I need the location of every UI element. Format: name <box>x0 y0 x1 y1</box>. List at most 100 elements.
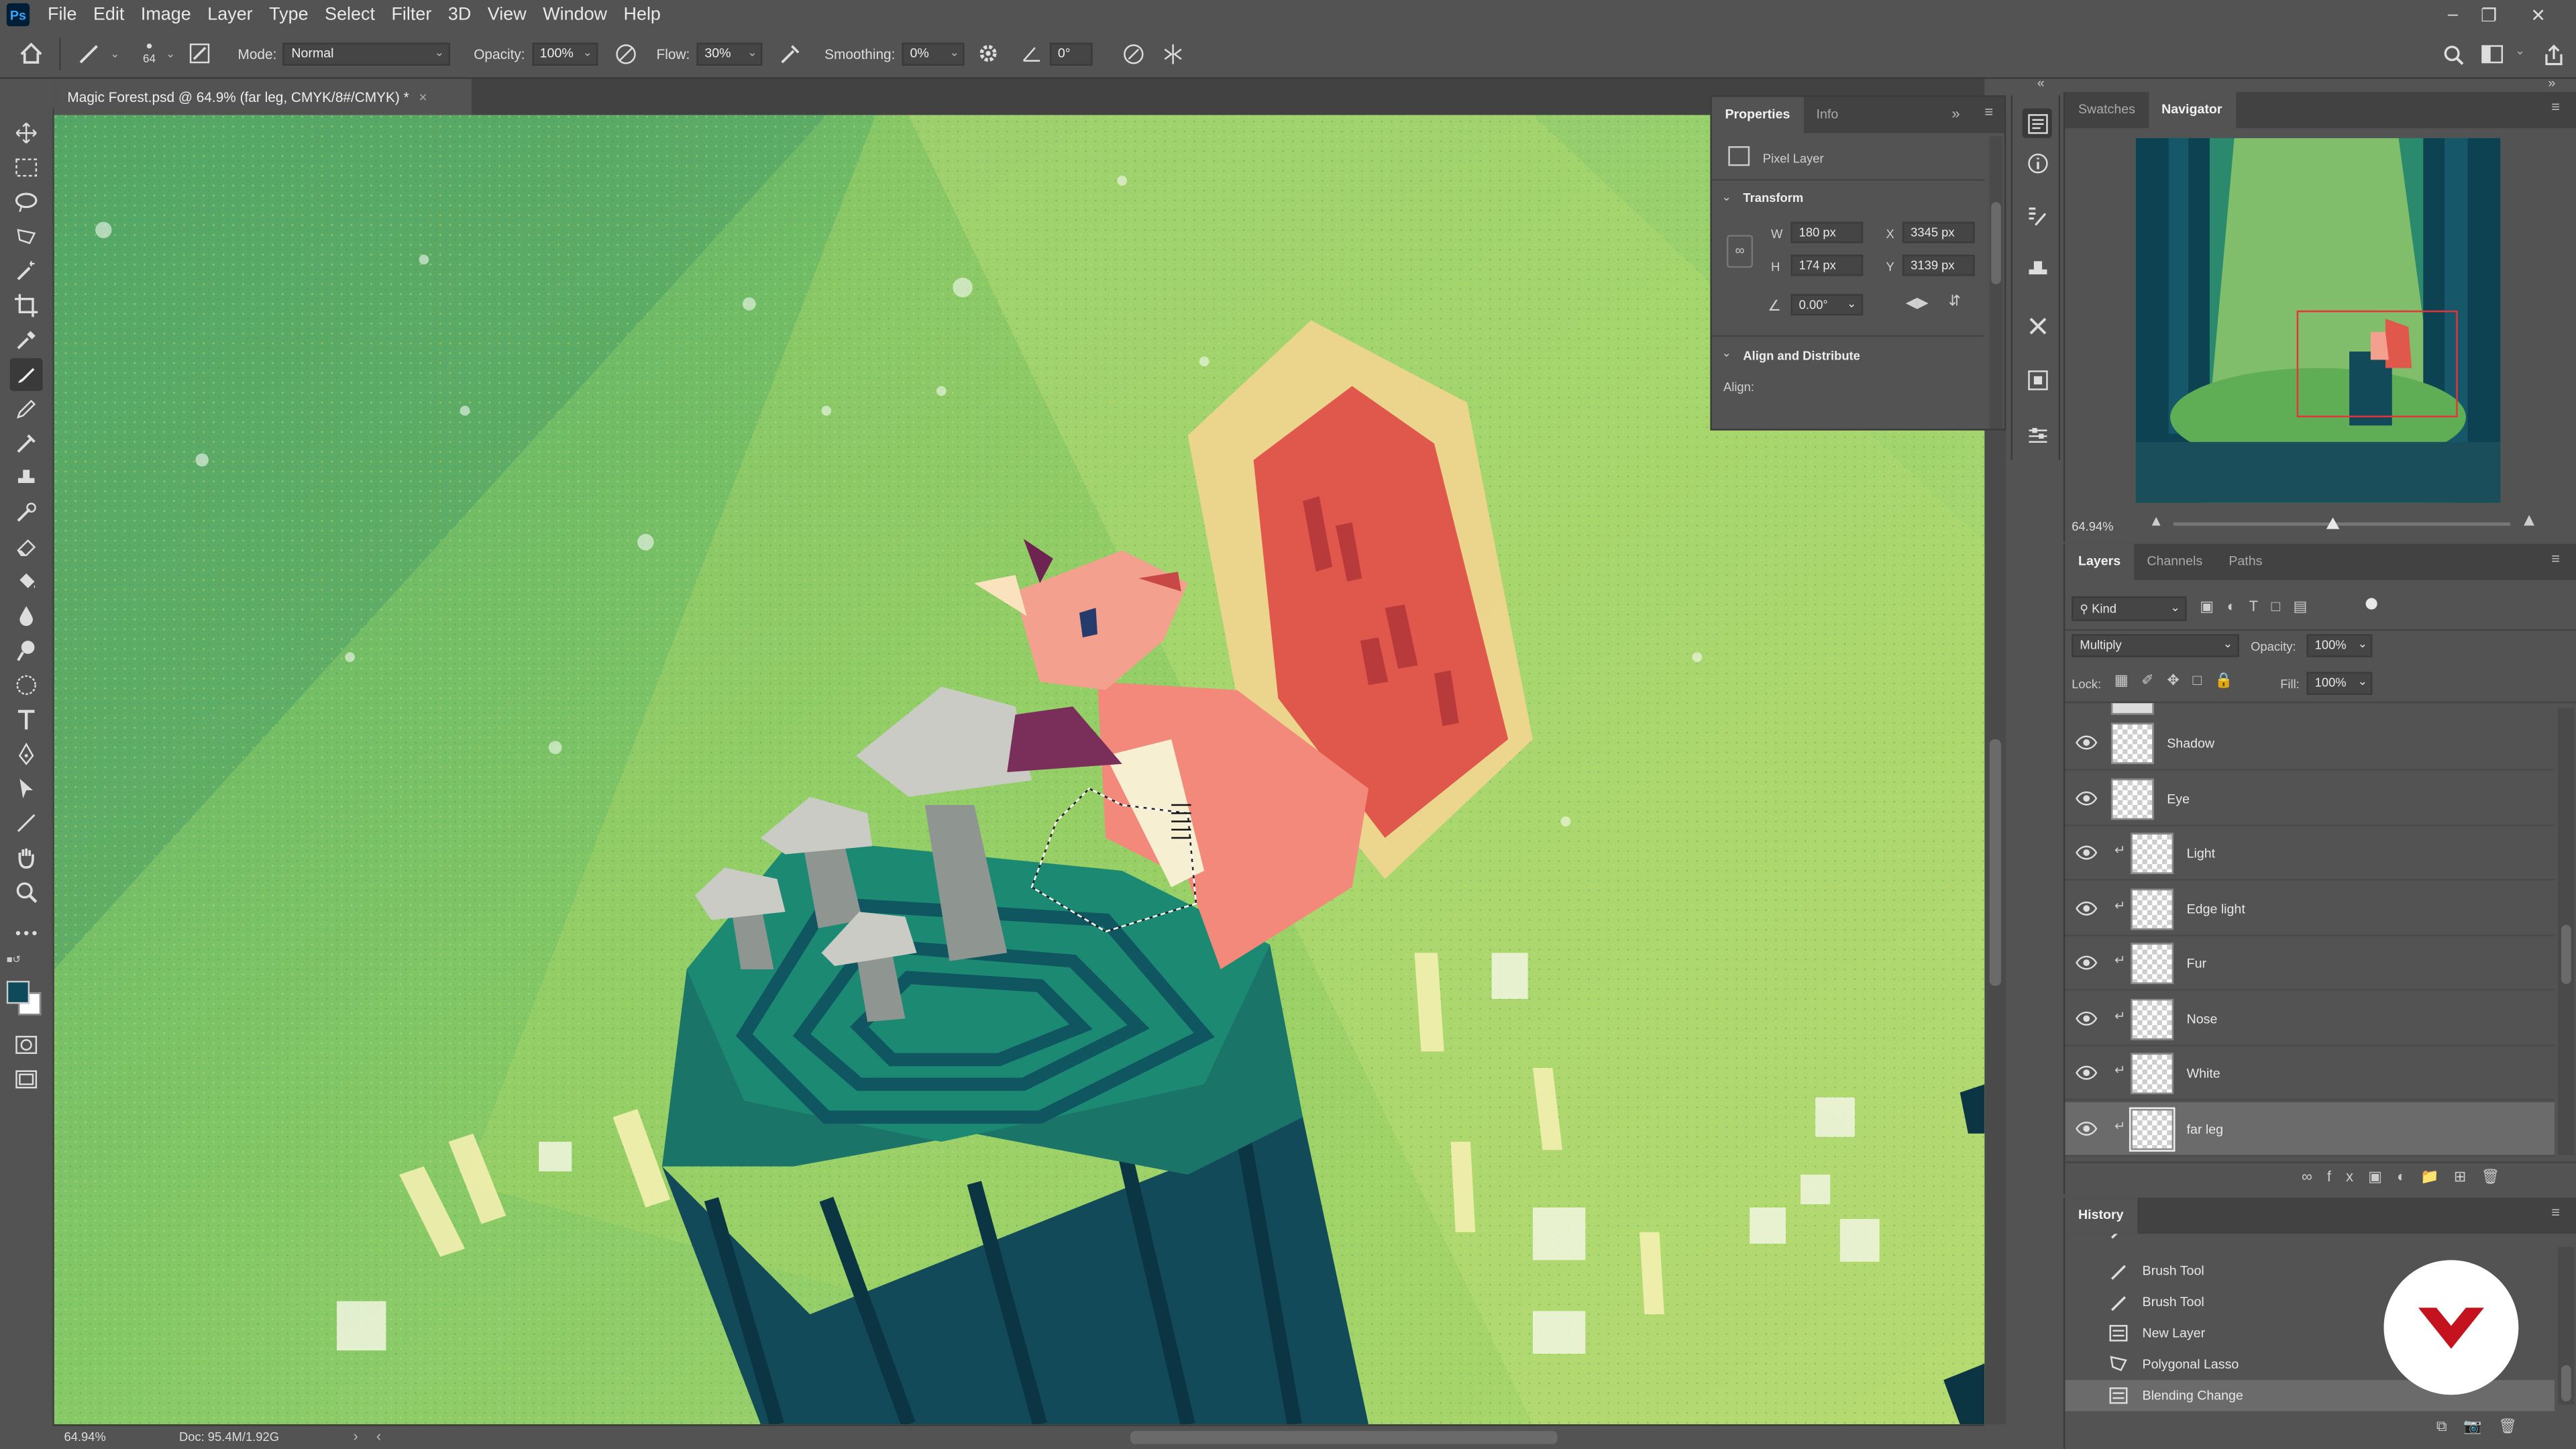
paint-bucket-icon[interactable] <box>10 565 43 598</box>
path-selection-icon[interactable] <box>10 772 43 805</box>
properties-panel-icon[interactable] <box>2022 108 2052 138</box>
collapse-dock-icon[interactable]: « <box>2037 76 2045 91</box>
lock-all-icon[interactable]: 🔒 <box>2214 672 2246 688</box>
history-item[interactable]: Brush Tool <box>2065 1234 2555 1245</box>
layer-row[interactable]: ↵ Fur <box>2065 936 2555 991</box>
menu-3d[interactable]: 3D <box>440 0 480 30</box>
chevron-down-icon[interactable]: ⌄ <box>2515 44 2524 58</box>
brush-tool-icon[interactable] <box>74 39 103 68</box>
chevron-down-icon[interactable]: ⌄ <box>1722 191 1731 204</box>
x-field[interactable]: 3345 px <box>1902 221 1975 244</box>
airbrush-icon[interactable] <box>775 39 805 68</box>
scrollbar-thumb[interactable] <box>1989 739 2001 986</box>
magic-wand-icon[interactable] <box>10 255 43 288</box>
scroll-left-icon[interactable]: ‹ <box>376 1428 381 1444</box>
layer-row[interactable]: ↵ White <box>2065 1046 2555 1101</box>
angle-field[interactable]: 0.00° ⌄ <box>1790 294 1864 316</box>
brush-picker-caret[interactable]: ⌄ <box>166 47 175 60</box>
trash-icon[interactable]: 🗑 <box>2481 1168 2514 1184</box>
eyedropper-icon[interactable] <box>10 323 43 356</box>
dodge-tool-icon[interactable] <box>10 634 43 667</box>
share-icon[interactable] <box>2538 40 2568 69</box>
menu-layer[interactable]: Layer <box>199 0 261 30</box>
layer-row-selected[interactable]: ↵ far leg <box>2065 1102 2555 1157</box>
eye-icon[interactable] <box>2075 1009 2098 1028</box>
lock-position-icon[interactable]: ✥ <box>2167 672 2192 688</box>
menu-help[interactable]: Help <box>615 0 669 30</box>
chevron-down-icon[interactable]: ⌄ <box>1722 347 1731 360</box>
lock-pixels-icon[interactable]: ✐ <box>2141 672 2167 688</box>
flip-horizontal-icon[interactable]: ◀▶ <box>1906 294 1929 312</box>
libraries-panel-icon[interactable] <box>2023 365 2052 394</box>
collapse-panel-icon[interactable]: » <box>1951 105 1960 121</box>
tab-swatches[interactable]: Swatches <box>2065 92 2148 128</box>
layer-filter-icons[interactable]: ▣◐T□▤ <box>2200 598 2320 616</box>
layers-scrollbar[interactable] <box>2558 708 2575 1155</box>
close-tab-icon[interactable]: × <box>419 89 427 105</box>
scrollbar-thumb[interactable] <box>1991 202 2001 284</box>
layer-row[interactable]: ↵ Light <box>2065 826 2555 881</box>
layer-row[interactable]: ↵ Nose <box>2065 992 2555 1047</box>
smoothing-field[interactable]: 0% ⌄ <box>902 42 965 65</box>
adjustment-layer-icon[interactable]: ◐ <box>2397 1168 2420 1184</box>
fx-icon[interactable]: fx <box>2327 1168 2368 1184</box>
eye-icon[interactable] <box>2075 899 2098 918</box>
blur-tool-icon[interactable] <box>10 600 43 633</box>
brush-settings-panel-icon[interactable] <box>2023 201 2052 230</box>
link-layers-icon[interactable]: ∞ <box>2302 1168 2327 1184</box>
slider-thumb[interactable] <box>2326 517 2340 529</box>
tools-preset-panel-icon[interactable] <box>2023 311 2052 340</box>
layer-filter-select[interactable]: ⚲ Kind ⌄ <box>2072 596 2187 621</box>
layer-row[interactable]: Eye <box>2065 772 2555 826</box>
line-tool-icon[interactable] <box>10 806 43 839</box>
navigator-zoom-value[interactable]: 64.94% <box>2072 519 2113 534</box>
adjustments-panel-icon[interactable] <box>2023 421 2052 450</box>
properties-scrollbar[interactable] <box>1989 136 2003 429</box>
history-scrollbar[interactable] <box>2558 1246 2575 1405</box>
eye-icon[interactable] <box>2075 953 2098 972</box>
clone-stamp-icon[interactable] <box>10 462 43 494</box>
clone-source-panel-icon[interactable] <box>2023 255 2052 284</box>
link-icon[interactable]: ∞ <box>1726 235 1754 268</box>
new-layer-icon[interactable]: ⊞ <box>2454 1168 2481 1184</box>
menu-filter[interactable]: Filter <box>383 0 439 30</box>
scrollbar-thumb[interactable] <box>2561 924 2571 984</box>
canvas[interactable] <box>54 115 1985 1425</box>
pen-tool-icon[interactable] <box>10 738 43 771</box>
tab-layers[interactable]: Layers <box>2065 543 2134 580</box>
height-field[interactable]: 174 px <box>1790 254 1864 276</box>
eye-icon[interactable] <box>2075 733 2098 752</box>
default-colors-icon[interactable]: ■↺ <box>7 955 21 966</box>
adjustment-filter-icon[interactable]: ◐ <box>2227 598 2249 614</box>
brush-size-picker[interactable]: ● 64 <box>136 40 162 66</box>
layer-opacity-field[interactable]: 100% ⌄ <box>2306 634 2373 657</box>
navigator-preview[interactable] <box>2135 138 2501 503</box>
gear-icon[interactable] <box>974 39 1004 68</box>
add-mask-icon[interactable]: ▣ <box>2368 1168 2397 1184</box>
blend-mode-select[interactable]: Multiply ⌄ <box>2072 634 2239 657</box>
history-brush-icon[interactable] <box>10 496 43 529</box>
mixer-brush-icon[interactable] <box>10 427 43 460</box>
trash-icon[interactable]: 🗑 <box>2498 1417 2534 1434</box>
new-group-icon[interactable]: 📁 <box>2420 1168 2454 1184</box>
eye-icon[interactable] <box>2075 1119 2098 1138</box>
zoom-level[interactable]: 64.94% <box>64 1430 106 1444</box>
fill-field[interactable]: 100% ⌄ <box>2306 672 2373 695</box>
artwork-illustration[interactable] <box>54 115 1985 1425</box>
menu-type[interactable]: Type <box>261 0 317 30</box>
smart-object-filter-icon[interactable]: ▤ <box>2294 598 2320 614</box>
filter-toggle-icon[interactable] <box>2365 598 2377 610</box>
lasso-tool-icon[interactable] <box>10 186 43 219</box>
brush-tool-icon[interactable] <box>9 358 43 391</box>
tab-properties[interactable]: Properties <box>1711 97 1803 133</box>
home-icon[interactable] <box>16 39 46 68</box>
opacity-field[interactable]: 100% ⌄ <box>531 42 598 65</box>
minimize-icon[interactable]: – <box>2434 0 2471 30</box>
expand-dock-icon[interactable]: » <box>2548 76 2555 91</box>
layer-row[interactable]: Shadow <box>2065 716 2555 771</box>
pressure-opacity-icon[interactable] <box>610 39 640 68</box>
image-filter-icon[interactable]: ▣ <box>2200 598 2226 614</box>
quick-mask-icon[interactable] <box>10 1028 43 1061</box>
flip-vertical-icon[interactable]: ⇵ <box>1949 292 1961 311</box>
zoom-tool-icon[interactable] <box>10 875 43 908</box>
